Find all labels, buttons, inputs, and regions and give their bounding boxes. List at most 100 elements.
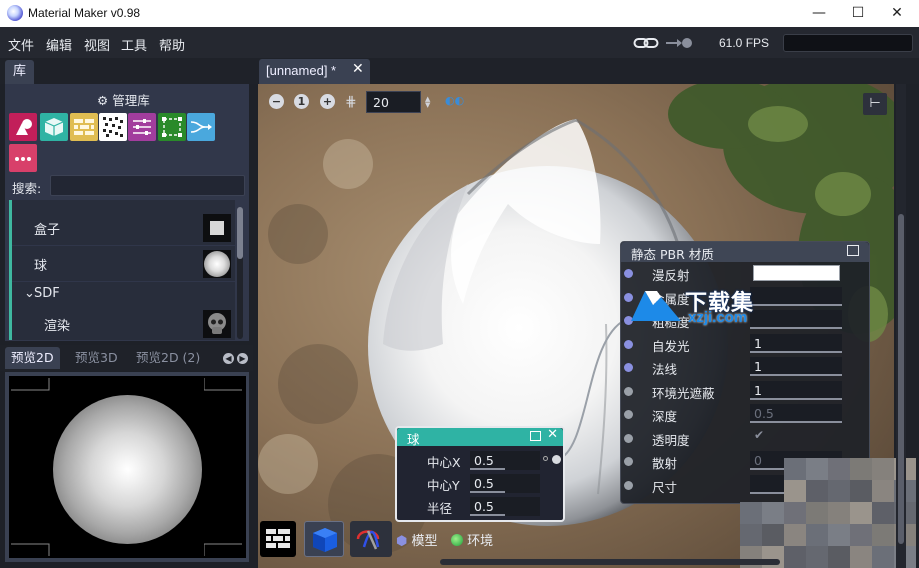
input-port[interactable] — [624, 433, 633, 443]
category-noise-button[interactable] — [99, 113, 127, 141]
input-port[interactable] — [624, 386, 633, 396]
search-label: 搜索: — [12, 181, 42, 196]
color-swatch[interactable] — [753, 265, 840, 281]
input-port[interactable] — [624, 410, 633, 419]
environment-selector[interactable]: 环境 — [451, 530, 493, 549]
scrollbar-thumb[interactable] — [898, 214, 904, 544]
mosaic-tile — [806, 480, 828, 502]
manage-library-button[interactable]: ⚙ 管理库 — [97, 90, 150, 109]
zoom-reset-button[interactable]: 1 — [294, 94, 309, 109]
frame-corner-icon — [11, 543, 50, 556]
zoom-in-button[interactable]: + — [320, 94, 335, 109]
search-input[interactable] — [50, 175, 245, 196]
tab-close-icon[interactable]: ✕ — [352, 61, 364, 77]
category-filters-button[interactable] — [128, 113, 156, 141]
tab-preview-3d[interactable]: 预览3D — [69, 347, 124, 369]
mosaic-tile — [850, 458, 872, 480]
mosaic-tile — [740, 524, 762, 546]
minimize-node-icon[interactable] — [847, 245, 859, 256]
param-value-input[interactable]: 1 — [750, 333, 842, 353]
param-value-input[interactable] — [750, 286, 842, 306]
mosaic-tile — [784, 546, 806, 568]
library-tab-bar — [0, 58, 253, 84]
tab-preview-2d[interactable]: 预览2D — [5, 347, 60, 369]
pbr-param-row: 法线 1 — [620, 356, 870, 379]
input-port[interactable] — [624, 363, 633, 372]
category-3d-button[interactable] — [40, 113, 68, 141]
brightness-icon[interactable]: ◐◐ — [445, 94, 464, 107]
menu-view[interactable]: 视图 — [84, 35, 110, 54]
zoom-out-button[interactable]: − — [269, 94, 284, 109]
node-header[interactable]: 静态 PBR 材质 — [621, 242, 869, 262]
pbr-param-row: 深度 0.5 — [620, 403, 870, 426]
sphere-node[interactable]: 球 ✕ 中心X 0.5 中心Y 0.5 半径 0.5 — [395, 426, 565, 522]
mosaic-tile — [850, 480, 872, 502]
tab-preview-2d-2[interactable]: 预览2D (2) — [130, 347, 206, 369]
model-selector[interactable]: ⬢ 模型 — [396, 530, 438, 549]
param-center-y: 中心Y 0.5 — [397, 473, 563, 496]
input-port[interactable] — [624, 339, 633, 349]
input-port[interactable] — [624, 480, 633, 490]
link-icon[interactable] — [633, 36, 695, 50]
watermark-logo — [631, 291, 681, 321]
checkbox[interactable]: ✔ — [750, 428, 840, 447]
graph-options-button[interactable]: ⊢ — [863, 93, 887, 115]
snap-spinner-icon[interactable]: ▲ ▼ — [425, 96, 430, 109]
close-node-icon[interactable]: ✕ — [547, 427, 558, 442]
input-port[interactable] — [624, 269, 633, 278]
horizontal-scrollbar[interactable] — [440, 559, 780, 565]
pbr-param-row: 自发光 1 — [620, 333, 870, 356]
param-value-input[interactable]: 0.5 — [470, 474, 540, 493]
library-scrollbar[interactable] — [237, 207, 243, 339]
preview-2d-canvas[interactable] — [9, 376, 246, 558]
tree-item-sdf[interactable]: ⌄ SDF — [12, 282, 235, 306]
snap-distance-input[interactable] — [366, 91, 421, 113]
tab-library[interactable]: 库 — [5, 60, 34, 84]
category-workflow-button[interactable] — [187, 113, 215, 141]
menu-edit[interactable]: 编辑 — [46, 35, 72, 54]
output-preview-icon[interactable] — [543, 456, 548, 461]
menu-file[interactable]: 文件 — [8, 35, 34, 54]
category-patterns-button[interactable] — [70, 113, 98, 141]
vertical-scrollbar[interactable] — [896, 84, 906, 568]
category-more-button[interactable] — [9, 144, 37, 172]
3d-preview-button[interactable] — [304, 521, 344, 557]
menu-tools[interactable]: 工具 — [121, 35, 147, 54]
gizmo-button[interactable] — [350, 521, 392, 557]
param-value-input[interactable]: 1 — [750, 380, 842, 400]
cube-icon — [44, 118, 64, 136]
close-button[interactable]: ✕ — [880, 0, 914, 27]
tree-item-render[interactable]: 渲染 — [12, 306, 235, 340]
mosaic-tile — [784, 458, 806, 480]
next-tab-arrow-icon[interactable]: ▶ — [237, 353, 248, 364]
tree-item-sphere[interactable]: 球 — [12, 246, 235, 282]
maximize-button[interactable]: ☐ — [841, 0, 875, 27]
category-shapes-button[interactable] — [9, 113, 37, 141]
tab-unnamed[interactable]: [unnamed] * ✕ — [259, 59, 370, 84]
mosaic-tile — [784, 480, 806, 502]
prev-tab-arrow-icon[interactable]: ◀ — [223, 353, 234, 364]
scrollbar-thumb[interactable] — [237, 207, 243, 259]
tree-item-box[interactable]: 盒子 — [12, 210, 235, 246]
pbr-param-row: 漫反射 — [620, 262, 870, 285]
tab-label: [unnamed] * — [266, 63, 337, 78]
node-header[interactable]: 球 ✕ — [397, 427, 563, 447]
param-value-input[interactable]: 1 — [750, 357, 842, 376]
output-port[interactable] — [552, 455, 561, 464]
param-value-input[interactable] — [750, 310, 842, 329]
flow-icon — [190, 121, 212, 133]
minimize-button[interactable]: — — [802, 0, 836, 27]
texture-preview-button[interactable] — [260, 521, 296, 557]
shapes-icon — [16, 119, 32, 135]
input-port[interactable] — [624, 457, 633, 466]
param-value-input[interactable]: 0.5 — [470, 451, 540, 470]
mosaic-tile — [872, 480, 894, 502]
param-value-input[interactable]: 0.5 — [470, 497, 540, 516]
tree-item-label: 渲染 — [44, 319, 71, 334]
menu-help[interactable]: 帮助 — [159, 35, 185, 54]
category-transform-button[interactable] — [158, 113, 186, 141]
grid-snap-icon[interactable]: ⋕ — [345, 94, 357, 110]
node-title: 球 — [407, 432, 420, 447]
minimize-node-icon[interactable] — [530, 431, 541, 441]
param-value-input[interactable]: 0.5 — [750, 404, 842, 423]
